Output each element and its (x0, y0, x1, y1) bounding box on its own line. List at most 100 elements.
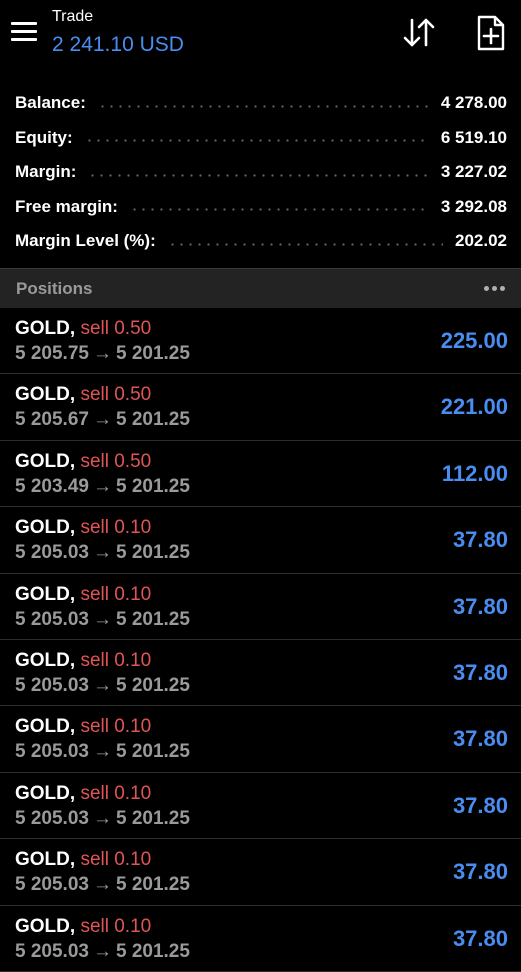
current-price: 5 201.25 (115, 542, 190, 564)
position-profit: 37.80 (452, 859, 508, 885)
position-prices: 5 205.03 → 5 201.25 (15, 874, 190, 896)
position-profit: 37.80 (452, 925, 508, 951)
position-header: GOLD, sell 0.10 (15, 517, 151, 539)
arrow-right-icon: → (92, 940, 112, 962)
account-row-margin-level: Margin Level (%): 202.02 (0, 224, 521, 259)
position-row[interactable]: GOLD, sell 0.10 5 205.03 → 5 201.25 37.80 (0, 574, 521, 640)
position-symbol: GOLD, (15, 517, 76, 539)
position-side: sell 0.50 (80, 384, 152, 406)
position-side: sell 0.50 (80, 450, 152, 472)
position-row[interactable]: GOLD, sell 0.10 5 205.03 → 5 201.25 37.80 (0, 906, 521, 972)
position-prices: 5 205.03 → 5 201.25 (15, 741, 190, 763)
position-profit: 221.00 (440, 394, 508, 420)
arrow-right-icon: → (92, 807, 112, 829)
position-header: GOLD, sell 0.10 (15, 849, 151, 871)
arrow-right-icon: → (92, 343, 112, 364)
position-profit: 37.80 (452, 726, 508, 752)
position-prices: 5 205.03 → 5 201.25 (15, 609, 190, 631)
open-price: 5 205.03 (15, 608, 89, 630)
open-price: 5 205.03 (15, 807, 89, 829)
sort-arrows-icon[interactable] (401, 16, 437, 50)
arrow-right-icon: → (92, 409, 112, 431)
position-prices: 5 205.67 → 5 201.25 (15, 409, 190, 431)
position-header: GOLD, sell 0.10 (15, 716, 151, 738)
open-price: 5 205.03 (15, 940, 89, 962)
position-prices: 5 205.03 → 5 201.25 (15, 941, 190, 963)
position-side: sell 0.50 (80, 318, 152, 339)
position-profit: 112.00 (441, 460, 508, 486)
open-price: 5 203.49 (15, 475, 89, 497)
more-dots-icon[interactable] (484, 280, 505, 297)
dotted-leader (88, 173, 429, 177)
position-profit: 37.80 (452, 593, 508, 619)
account-summary: Balance: 4 278.00 Equity: 6 519.10 Margi… (0, 76, 521, 259)
account-value: 202.02 (455, 231, 507, 251)
current-price: 5 201.25 (115, 940, 190, 962)
current-price: 5 201.25 (115, 741, 190, 763)
current-price: 5 201.25 (115, 674, 190, 696)
account-value: 6 519.10 (440, 127, 507, 147)
current-price: 5 201.25 (115, 343, 190, 364)
position-profit: 37.80 (452, 527, 508, 553)
arrow-right-icon: → (92, 741, 112, 763)
open-price: 5 205.75 (15, 343, 89, 364)
position-header: GOLD, sell 0.10 (15, 584, 151, 606)
position-symbol: GOLD, (15, 716, 76, 738)
current-price: 5 201.25 (115, 608, 190, 630)
account-row-free-margin: Free margin: 3 292.08 (0, 190, 521, 225)
positions-list: GOLD, sell 0.50 5 205.75 → 5 201.25 225.00… (0, 308, 521, 972)
account-row-margin: Margin: 3 227.02 (0, 155, 521, 190)
position-row[interactable]: GOLD, sell 0.10 5 205.03 → 5 201.25 37.80 (0, 706, 521, 773)
account-label: Free margin: (15, 196, 118, 216)
position-prices: 5 205.03 → 5 201.25 (15, 675, 190, 697)
account-value: 4 278.00 (440, 93, 507, 113)
position-row[interactable]: GOLD, sell 0.10 5 205.03 → 5 201.25 37.80 (0, 507, 521, 574)
position-row[interactable]: GOLD, sell 0.10 5 205.03 → 5 201.25 37.80 (0, 773, 521, 840)
new-order-icon[interactable] (474, 14, 508, 52)
position-side: sell 0.10 (80, 583, 152, 605)
position-symbol: GOLD, (15, 318, 76, 339)
arrow-right-icon: → (92, 674, 112, 696)
current-price: 5 201.25 (115, 409, 190, 431)
account-value: 3 227.02 (440, 162, 507, 182)
dotted-leader (84, 139, 429, 143)
account-value: 3 292.08 (440, 196, 507, 216)
position-row[interactable]: GOLD, sell 0.50 5 205.67 → 5 201.25 221.00 (0, 374, 521, 441)
position-header: GOLD, sell 0.10 (15, 783, 151, 805)
position-symbol: GOLD, (15, 849, 76, 871)
position-prices: 5 205.03 → 5 201.25 (15, 808, 190, 830)
position-header: GOLD, sell 0.10 (15, 650, 151, 672)
position-row[interactable]: GOLD, sell 0.50 5 203.49 → 5 201.25 112.00 (0, 441, 521, 508)
account-row-balance: Balance: 4 278.00 (0, 86, 521, 121)
position-symbol: GOLD, (15, 649, 76, 671)
position-side: sell 0.10 (80, 782, 152, 804)
positions-section-header: Positions (0, 268, 521, 308)
account-row-equity: Equity: 6 519.10 (0, 121, 521, 156)
position-prices: 5 205.75 → 5 201.25 (15, 343, 190, 365)
dotted-leader (129, 208, 429, 212)
balance-summary: 2 241.10 USD (52, 33, 184, 56)
position-prices: 5 203.49 → 5 201.25 (15, 476, 190, 498)
arrow-right-icon: → (92, 874, 112, 896)
position-row[interactable]: GOLD, sell 0.50 5 205.75 → 5 201.25 225.00 (0, 308, 521, 375)
position-row[interactable]: GOLD, sell 0.10 5 205.03 → 5 201.25 37.80 (0, 640, 521, 707)
position-prices: 5 205.03 → 5 201.25 (15, 542, 190, 564)
positions-title: Positions (16, 278, 93, 298)
account-label: Margin Level (%): (15, 231, 156, 251)
position-symbol: GOLD, (15, 384, 76, 406)
position-row[interactable]: GOLD, sell 0.10 5 205.03 → 5 201.25 37.80 (0, 839, 521, 906)
position-header: GOLD, sell 0.50 (15, 384, 151, 406)
current-price: 5 201.25 (115, 475, 190, 497)
position-profit: 225.00 (440, 328, 508, 353)
current-price: 5 201.25 (115, 874, 190, 896)
hamburger-menu-icon[interactable] (11, 22, 37, 42)
account-label: Balance: (15, 93, 86, 113)
position-header: GOLD, sell 0.50 (15, 318, 151, 340)
position-header: GOLD, sell 0.50 (15, 451, 151, 473)
position-profit: 37.80 (452, 792, 508, 818)
open-price: 5 205.03 (15, 674, 89, 696)
position-profit: 37.80 (452, 659, 508, 685)
arrow-right-icon: → (92, 542, 112, 564)
position-side: sell 0.10 (80, 849, 152, 871)
top-app-bar: Trade 2 241.10 USD (0, 0, 521, 76)
